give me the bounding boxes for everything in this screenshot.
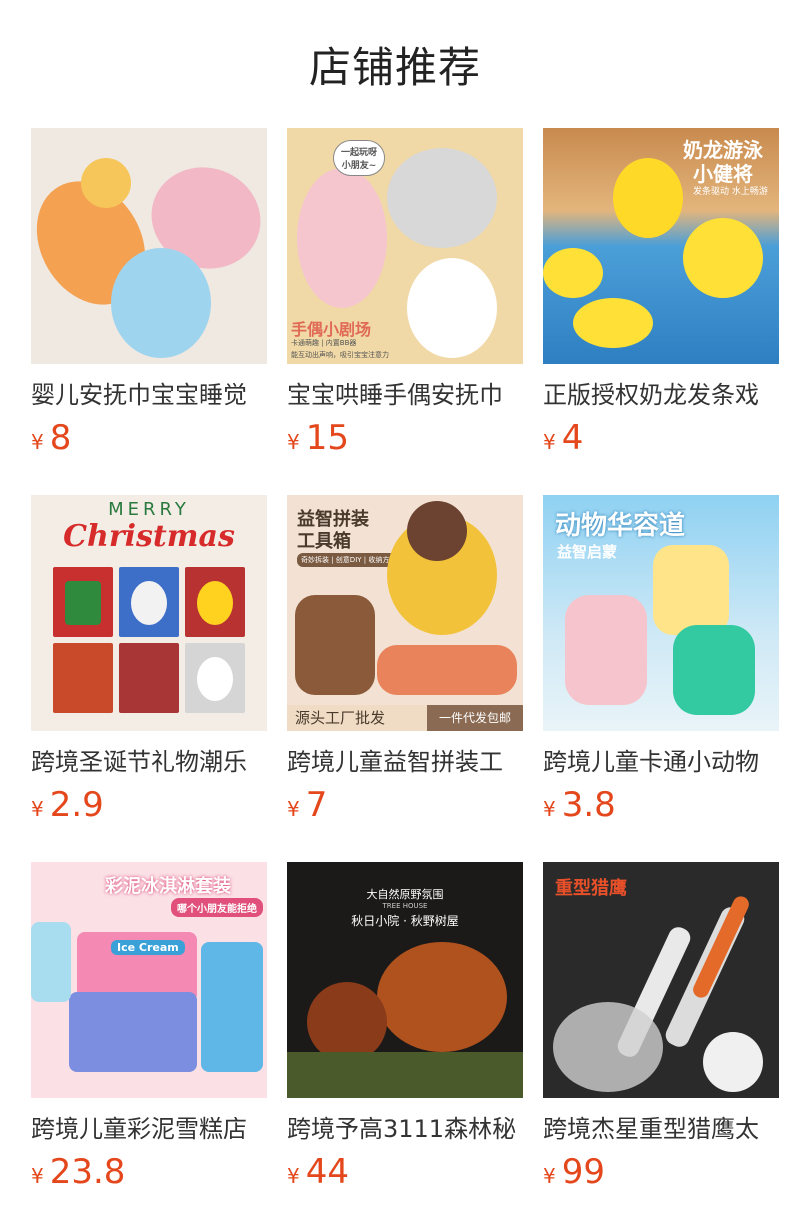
product-name[interactable]: 婴儿安抚巾宝宝睡觉 (31, 380, 267, 410)
currency-symbol: ¥ (543, 797, 556, 821)
currency-symbol: ¥ (287, 430, 300, 454)
product-name[interactable]: 跨境儿童彩泥雪糕店 (31, 1114, 267, 1144)
product-card[interactable]: 大自然原野氛围 TREE HOUSE 秋日小院 · 秋野树屋 跨境予高3111森… (287, 862, 523, 1192)
image-caption: 一起玩呀 小朋友~ (333, 140, 385, 176)
image-caption: 一件代发包邮 (427, 705, 523, 731)
currency-symbol: ¥ (31, 430, 44, 454)
currency-symbol: ¥ (543, 1164, 556, 1188)
product-name[interactable]: 跨境杰星重型猎鹰太 (543, 1114, 779, 1144)
product-card[interactable]: 一起玩呀 小朋友~ 手偶小剧场 卡通萌趣 | 内置BB器 能互动出声响，吸引宝宝… (287, 128, 523, 458)
currency-symbol: ¥ (543, 430, 556, 454)
product-price: ¥2.9 (31, 785, 267, 825)
image-caption: 秋日小院 · 秋野树屋 (351, 914, 459, 928)
product-name[interactable]: 正版授权奶龙发条戏 (543, 380, 779, 410)
image-caption: 重型猎鹰 (555, 878, 627, 899)
image-caption: 奇妙拆装 | 创意DIY | 收纳方便 (297, 553, 401, 567)
product-card[interactable]: 奶龙游泳 小健将 发条驱动 水上畅游 正版授权奶龙发条戏 ¥4 (543, 128, 779, 458)
image-caption: 能互动出声响，吸引宝宝注意力 (291, 351, 389, 359)
image-caption: 发条驱动 水上畅游 (693, 187, 768, 197)
page-title: 店铺推荐 (308, 42, 481, 92)
product-name[interactable]: 跨境圣诞节礼物潮乐 (31, 747, 267, 777)
product-image[interactable] (31, 128, 267, 364)
product-card[interactable]: 彩泥冰淇淋套装 哪个小朋友能拒绝 Ice Cream 跨境儿童彩泥雪糕店 ¥23… (31, 862, 267, 1192)
price-value: 23.8 (49, 1152, 126, 1192)
product-price: ¥4 (543, 418, 779, 458)
price-value: 99 (561, 1152, 605, 1192)
image-caption: 彩泥冰淇淋套装 (105, 876, 231, 897)
price-value: 2.9 (49, 785, 104, 825)
image-caption: 大自然原野氛围 (366, 888, 444, 901)
image-caption: 动物华容道 (555, 511, 686, 541)
price-value: 44 (305, 1152, 349, 1192)
price-value: 15 (305, 418, 349, 458)
product-name[interactable]: 跨境儿童益智拼装工 (287, 747, 523, 777)
product-card[interactable]: 益智拼装 工具箱 奇妙拆装 | 创意DIY | 收纳方便 源头工厂批发 一件代发… (287, 495, 523, 825)
image-caption: 工具箱 (297, 531, 351, 552)
product-price: ¥99 (543, 1152, 779, 1192)
price-value: 8 (49, 418, 72, 458)
image-caption: TREE HOUSE (382, 902, 428, 910)
product-image[interactable]: 益智拼装 工具箱 奇妙拆装 | 创意DIY | 收纳方便 源头工厂批发 一件代发… (287, 495, 523, 731)
product-image[interactable]: 动物华容道 益智启蒙 (543, 495, 779, 731)
image-caption: 源头工厂批发 (287, 705, 435, 731)
product-image[interactable]: MERRY Christmas (31, 495, 267, 731)
image-caption: 益智启蒙 (557, 543, 618, 561)
currency-symbol: ¥ (31, 797, 44, 821)
image-caption: 哪个小朋友能拒绝 (171, 898, 263, 917)
product-price: ¥8 (31, 418, 267, 458)
product-image[interactable]: 彩泥冰淇淋套装 哪个小朋友能拒绝 Ice Cream (31, 862, 267, 1098)
product-card[interactable]: MERRY Christmas 跨境圣诞节礼物潮乐 ¥2.9 (31, 495, 267, 825)
product-price: ¥3.8 (543, 785, 779, 825)
product-image[interactable]: 大自然原野氛围 TREE HOUSE 秋日小院 · 秋野树屋 (287, 862, 523, 1098)
price-value: 3.8 (561, 785, 616, 825)
product-card[interactable]: 重型猎鹰 跨境杰星重型猎鹰太 ¥99 (543, 862, 779, 1192)
currency-symbol: ¥ (31, 1164, 44, 1188)
currency-symbol: ¥ (287, 1164, 300, 1188)
image-caption: MERRY (108, 499, 190, 520)
price-value: 4 (561, 418, 584, 458)
product-price: ¥7 (287, 785, 523, 825)
product-name[interactable]: 宝宝哄睡手偶安抚巾 (287, 380, 523, 410)
product-image[interactable]: 一起玩呀 小朋友~ 手偶小剧场 卡通萌趣 | 内置BB器 能互动出声响，吸引宝宝… (287, 128, 523, 364)
product-image[interactable]: 重型猎鹰 (543, 862, 779, 1098)
product-price: ¥44 (287, 1152, 523, 1192)
product-image[interactable]: 奶龙游泳 小健将 发条驱动 水上畅游 (543, 128, 779, 364)
product-card[interactable]: 动物华容道 益智启蒙 跨境儿童卡通小动物 ¥3.8 (543, 495, 779, 825)
currency-symbol: ¥ (287, 797, 300, 821)
product-name[interactable]: 跨境儿童卡通小动物 (543, 747, 779, 777)
image-caption: Ice Cream (111, 940, 185, 955)
product-price: ¥23.8 (31, 1152, 267, 1192)
image-caption: Christmas (63, 519, 235, 554)
image-caption: 小健将 (693, 162, 753, 186)
image-caption: 卡通萌趣 | 内置BB器 (291, 339, 357, 347)
price-value: 7 (305, 785, 328, 825)
product-name[interactable]: 跨境予高3111森林秘 (287, 1114, 523, 1144)
product-card[interactable]: 婴儿安抚巾宝宝睡觉 ¥8 (31, 128, 267, 458)
product-price: ¥15 (287, 418, 523, 458)
image-caption: 手偶小剧场 (291, 320, 372, 339)
